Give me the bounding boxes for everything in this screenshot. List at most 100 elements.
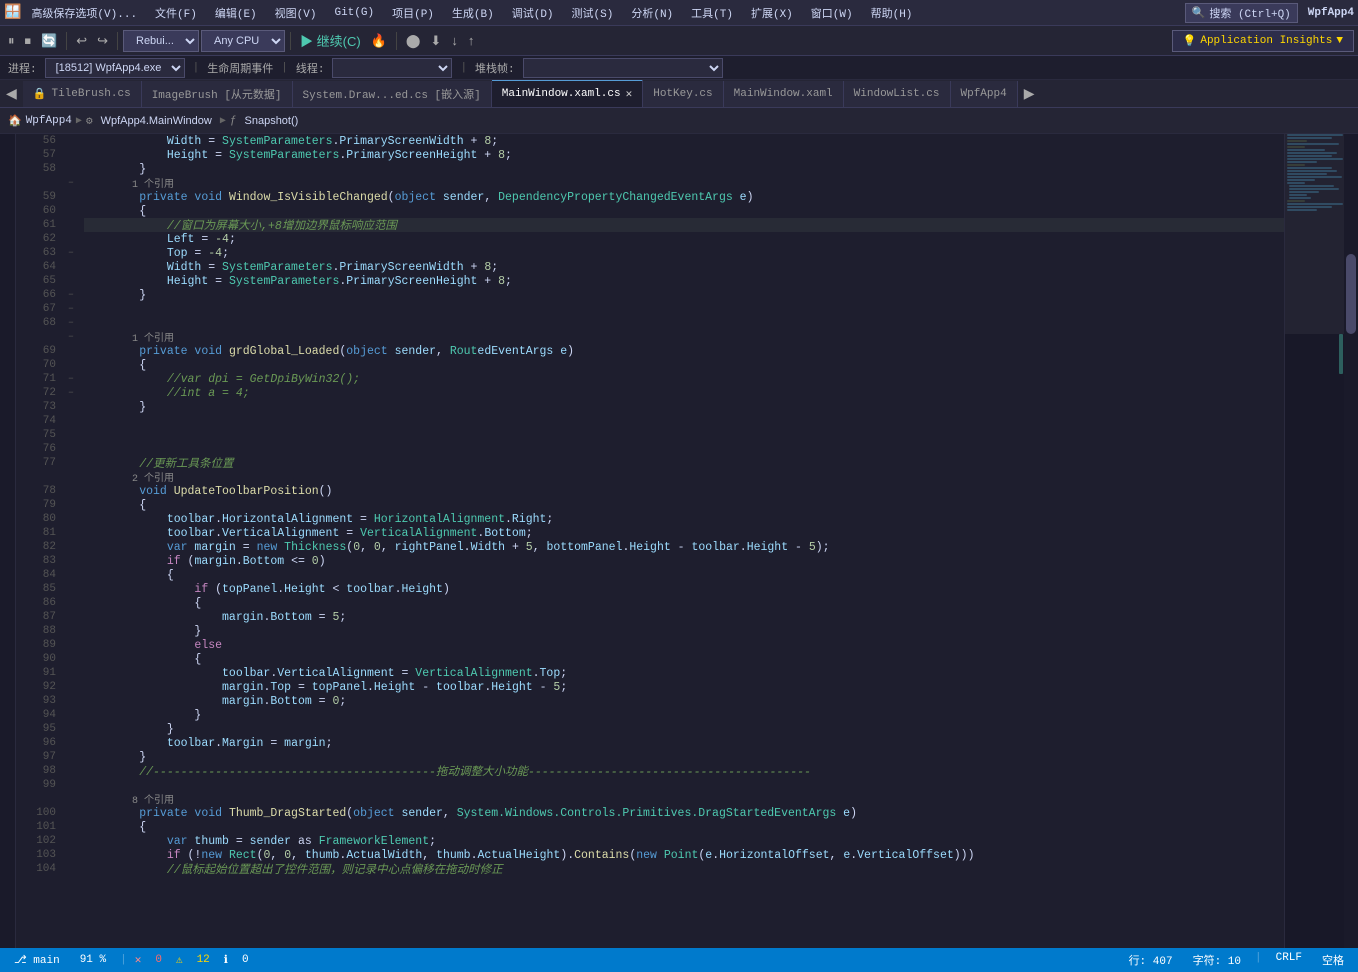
ln-95: 95: [16, 722, 56, 736]
stack-label: 堆栈帧:: [475, 60, 515, 76]
line-endings[interactable]: CRLF: [1270, 952, 1308, 968]
redo-btn[interactable]: ↪: [93, 31, 112, 51]
hot-reload-btn[interactable]: 🔥: [367, 31, 391, 51]
scroll-thumb[interactable]: [1346, 254, 1356, 334]
context-class-dropdown[interactable]: WpfApp4.MainWindow: [97, 115, 216, 127]
menu-project[interactable]: 项目(P): [384, 3, 442, 23]
context-arrow1: ▶: [76, 115, 82, 127]
menu-build[interactable]: 生成(B): [444, 3, 502, 23]
message-count[interactable]: 0: [236, 954, 255, 966]
ref-hint-4: 8 个引用: [84, 792, 1284, 806]
tab-lock-icon: 🔒: [33, 87, 47, 101]
code-line-103: if (! new Rect ( 0 , 0 , thumb . ActualW…: [84, 848, 1284, 862]
code-line-87: margin . Bottom = 5 ;: [84, 610, 1284, 624]
tab-imagebrush[interactable]: ImageBrush [从元数据]: [142, 81, 293, 107]
tab-systemdraw[interactable]: System.Draw...ed.cs [嵌入源]: [293, 81, 492, 107]
code-line-95: }: [84, 722, 1284, 736]
tab-mainwindow-xamlcs[interactable]: MainWindow.xaml.cs ✕: [492, 80, 643, 107]
ln-60: 60: [16, 204, 56, 218]
stop-btn[interactable]: ⏹: [21, 31, 36, 51]
ln-71: 71: [16, 372, 56, 386]
process-dropdown[interactable]: [18512] WpfApp4.exe: [45, 58, 185, 78]
debug-dropdown[interactable]: Rebui...: [123, 30, 199, 52]
code-line-61: //窗口为屏幕大小,+8增加边界鼠标响应范围: [84, 218, 1284, 232]
whitespace-format[interactable]: 空格: [1316, 952, 1350, 968]
zoom-level[interactable]: 91 %: [74, 954, 112, 966]
collapse-59[interactable]: −: [64, 176, 78, 190]
collapse-100[interactable]: −: [64, 372, 78, 386]
pause-btn[interactable]: ⏸: [4, 31, 19, 51]
vertical-scrollbar[interactable]: [1344, 134, 1358, 948]
menu-advanced-save[interactable]: 高级保存选项(V)...: [23, 3, 145, 23]
step-into-btn[interactable]: ↓: [447, 31, 462, 50]
menu-file[interactable]: 文件(F): [147, 3, 205, 23]
step-out-btn[interactable]: ↑: [464, 31, 479, 50]
app-icon: 🪟: [4, 4, 21, 21]
ln-88: 88: [16, 624, 56, 638]
menu-edit[interactable]: 编辑(E): [207, 3, 265, 23]
char-col[interactable]: 字符: 10: [1187, 952, 1247, 968]
step-over-btn[interactable]: ⬇: [426, 31, 445, 51]
editor-container: 56 57 58 59 60 61 62 63 64 65 66 67 68 6…: [0, 134, 1358, 948]
tab-hotkey[interactable]: HotKey.cs: [643, 81, 723, 107]
menu-test[interactable]: 测试(S): [564, 3, 622, 23]
menu-view[interactable]: 视图(V): [267, 3, 325, 23]
menu-tools[interactable]: 工具(T): [683, 3, 741, 23]
tab-scroll-right[interactable]: ▶: [1018, 80, 1041, 107]
git-branch[interactable]: ⎇ main: [8, 953, 66, 967]
collapse-78[interactable]: −: [64, 288, 78, 302]
code-line-66: }: [84, 288, 1284, 302]
thread-dropdown[interactable]: [332, 58, 452, 78]
ln-101: 101: [16, 820, 56, 834]
menu-git[interactable]: Git(G): [326, 5, 382, 21]
run-btn[interactable]: ▶ 继续(C): [296, 29, 365, 52]
collapse-89[interactable]: −: [64, 330, 78, 344]
collapse-85[interactable]: −: [64, 316, 78, 330]
tab-windowlist[interactable]: WindowList.cs: [844, 81, 951, 107]
undo-btn[interactable]: ↩: [72, 31, 91, 51]
warning-count[interactable]: 12: [191, 954, 216, 966]
ln-57: 57: [16, 148, 56, 162]
menu-extensions[interactable]: 扩展(X): [743, 3, 801, 23]
application-insights-btn[interactable]: 💡 Application Insights ▼: [1172, 30, 1354, 52]
tab-tilebrush[interactable]: 🔒 TileBrush.cs: [23, 81, 142, 107]
ln-81: 81: [16, 526, 56, 540]
ln-58: 58: [16, 162, 56, 176]
code-line-92: margin . Top = topPanel . Height - toolb…: [84, 680, 1284, 694]
menu-window[interactable]: 窗口(W): [803, 3, 861, 23]
code-line-80: toolbar . HorizontalAlignment = Horizont…: [84, 512, 1284, 526]
stack-dropdown[interactable]: [523, 58, 723, 78]
collapse-103[interactable]: −: [64, 386, 78, 400]
ln-86: 86: [16, 596, 56, 610]
tab-wpfapp4[interactable]: WpfApp4: [951, 81, 1018, 107]
code-area[interactable]: Width = SystemParameters . PrimaryScreen…: [78, 134, 1284, 948]
code-line-74: [84, 414, 1284, 428]
code-line-104: //鼠标起始位置超出了控件范围，则记录中心点偏移在拖动时修正: [84, 862, 1284, 876]
code-line-102: var thumb = sender as FrameworkElement ;: [84, 834, 1284, 848]
menu-help[interactable]: 帮助(H): [863, 3, 921, 23]
breakpoint-btn[interactable]: ⬤: [402, 31, 425, 51]
tab-mainwindow-xaml[interactable]: MainWindow.xaml: [724, 81, 844, 107]
code-line-88: }: [84, 624, 1284, 638]
ln-64: 64: [16, 260, 56, 274]
error-icon: ✕: [135, 953, 142, 967]
tab-scroll-left[interactable]: ◀: [0, 80, 23, 107]
ln-97: 97: [16, 750, 56, 764]
line-col[interactable]: 行: 407: [1123, 952, 1179, 968]
menu-analyze[interactable]: 分析(N): [623, 3, 681, 23]
context-method-dropdown[interactable]: Snapshot(): [241, 115, 303, 127]
collapse-69[interactable]: −: [64, 246, 78, 260]
ln-69: 69: [16, 344, 56, 358]
status-sep2: |: [1255, 952, 1262, 968]
collapse-83[interactable]: −: [64, 302, 78, 316]
search-box[interactable]: 🔍 搜索 (Ctrl+Q): [1185, 3, 1298, 23]
ln-77: 77: [16, 456, 56, 470]
menu-debug[interactable]: 调试(D): [504, 3, 562, 23]
ref-hint-2: 1 个引用: [84, 330, 1284, 344]
error-count[interactable]: 0: [149, 954, 168, 966]
restart-btn[interactable]: 🔄: [37, 31, 61, 51]
code-line-77: //更新工具条位置: [84, 456, 1284, 470]
cpu-dropdown[interactable]: Any CPU: [201, 30, 285, 52]
tab-close-btn[interactable]: ✕: [626, 87, 633, 101]
ln-89: 89: [16, 638, 56, 652]
